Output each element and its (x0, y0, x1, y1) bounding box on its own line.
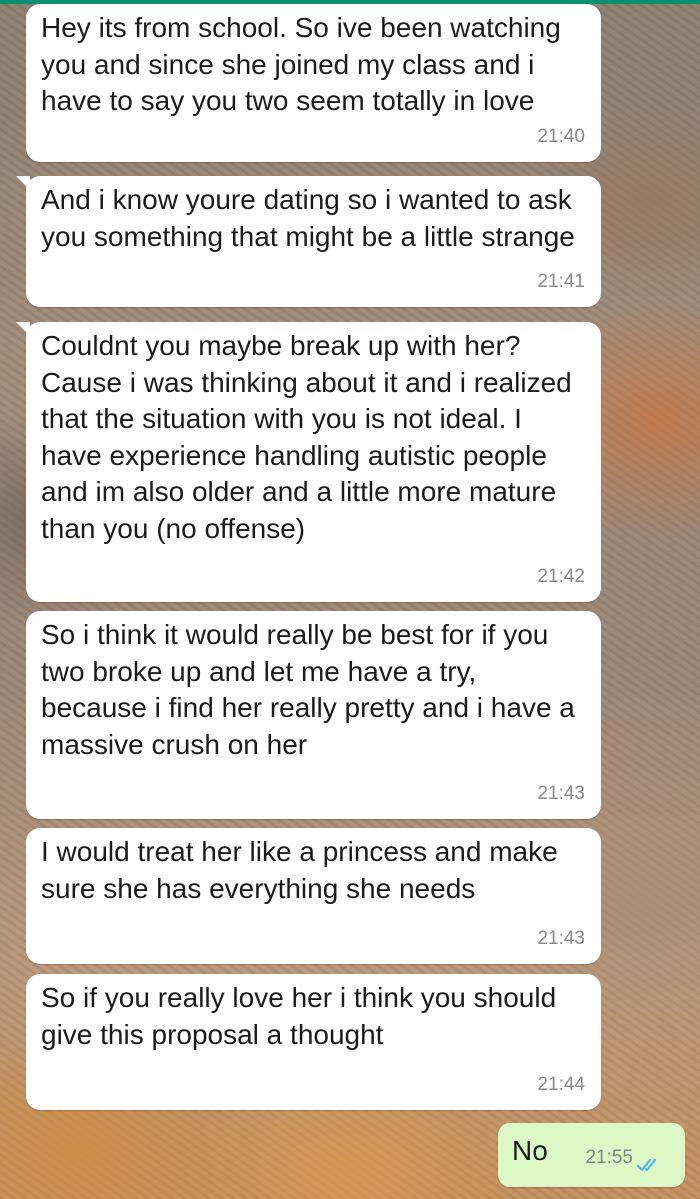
chat-message-list[interactable]: Hey its from school. So ive been watchin… (0, 0, 700, 1199)
message-text: Hey its from school. So ive been watchin… (41, 12, 561, 116)
message-bubble-incoming[interactable]: I would treat her like a princess and ma… (26, 828, 601, 964)
message-bubble-incoming[interactable]: So if you really love her i think you sh… (26, 974, 601, 1110)
message-bubble-outgoing[interactable]: No 21:55 (498, 1123, 685, 1187)
message-text: Couldnt you maybe break up with her? Cau… (41, 330, 572, 544)
message-text: So if you really love her i think you sh… (41, 982, 557, 1050)
message-bubble-incoming[interactable]: And i know youre dating so i wanted to a… (16, 176, 601, 307)
message-meta: 21:55 (585, 1140, 663, 1177)
message-text: And i know youre dating so i wanted to a… (41, 184, 575, 252)
message-bubble-incoming[interactable]: So i think it would really be best for i… (26, 611, 601, 819)
double-check-read-icon (636, 1150, 663, 1171)
message-text: So i think it would really be best for i… (41, 619, 575, 760)
message-timestamp: 21:43 (537, 927, 585, 949)
message-timestamp: 21:41 (537, 270, 585, 292)
message-bubble-incoming[interactable]: Hey its from school. So ive been watchin… (26, 4, 601, 162)
message-timestamp: 21:43 (537, 782, 585, 804)
bubble-tail (16, 176, 30, 190)
message-timestamp: 21:55 (585, 1146, 633, 1168)
message-timestamp: 21:44 (537, 1073, 585, 1095)
message-timestamp: 21:42 (537, 565, 585, 587)
message-text: I would treat her like a princess and ma… (41, 836, 558, 904)
message-timestamp: 21:40 (537, 125, 585, 147)
bubble-tail (16, 322, 30, 336)
message-bubble-incoming[interactable]: Couldnt you maybe break up with her? Cau… (16, 322, 601, 602)
